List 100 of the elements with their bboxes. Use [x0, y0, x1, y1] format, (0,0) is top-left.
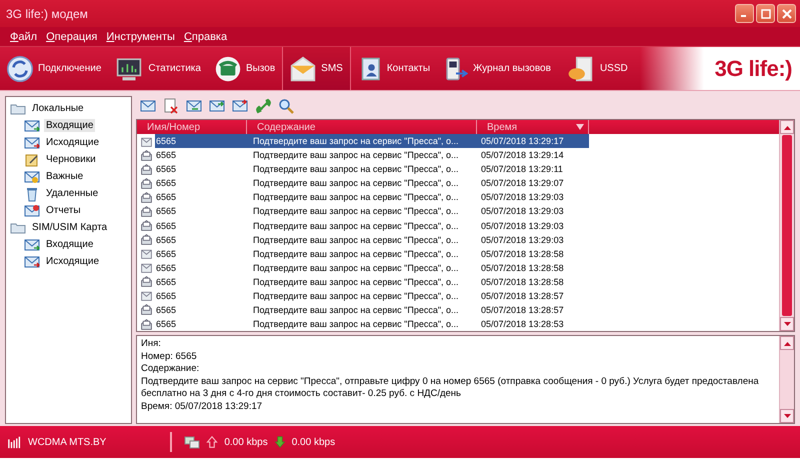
tree-item[interactable]: Отчеты — [44, 204, 83, 217]
phone-log-icon — [444, 56, 468, 82]
table-cell-text: 05/07/2018 13:29:03 — [480, 234, 565, 247]
table-cell-text: 05/07/2018 13:28:57 — [480, 290, 565, 303]
table-cell-text: 05/07/2018 13:28:58 — [480, 262, 565, 275]
table-cell-text: 05/07/2018 13:29:03 — [480, 205, 565, 218]
envelope-icon — [24, 202, 40, 218]
table-cell-text: 05/07/2018 13:29:14 — [480, 149, 565, 162]
up-arrow-icon — [206, 434, 218, 450]
table-cell-text: 05/07/2018 13:28:58 — [480, 276, 565, 289]
envelope-icon — [232, 98, 248, 114]
table-cell-text: Подтвердите ваш запрос на сервис "Пресса", о... — [252, 276, 460, 289]
message-detail-text: Иня: — [141, 338, 162, 350]
toolbar-button[interactable]: Журнал вызовов — [437, 47, 558, 90]
envelope-icon — [24, 168, 40, 184]
message-detail-text: Номер: 6565 — [141, 350, 198, 363]
envelope-icon — [140, 98, 156, 114]
table-cell-text: 6565 — [155, 248, 178, 261]
tree-item[interactable]: Исходящие — [44, 255, 102, 268]
table-cell-text: 6565 — [155, 234, 178, 247]
table-cell-text: 05/07/2018 13:29:03 — [480, 220, 565, 232]
table-cell-text: 6565 — [155, 304, 178, 317]
table-cell-text: 6565 — [155, 163, 178, 176]
table-cell: Подтвердите ваш запрос на сервис "Пресса", о... — [247, 134, 477, 148]
phone-handset-icon — [254, 98, 270, 114]
toolbar-button[interactable]: Подключение — [0, 47, 108, 90]
table-cell-text: 6565 — [155, 149, 178, 162]
delete-document-icon — [162, 98, 178, 114]
table-cell-text: 05/07/2018 13:28:57 — [480, 304, 565, 317]
phone-icon — [214, 56, 241, 82]
close-icon — [782, 8, 792, 18]
table-cell: 6565 — [155, 134, 247, 148]
tree-item[interactable]: Входящие — [44, 238, 96, 251]
table-cell-text: 6565 — [155, 205, 178, 218]
table-cell-text: Подтвердите ваш запрос на сервис "Пресса", о... — [252, 220, 460, 233]
window-title: 3G life:) модем — [6, 6, 88, 20]
down-arrow-icon — [274, 434, 286, 450]
menu-item[interactable]: Справка — [184, 30, 228, 42]
message-detail-text: Подтвердите ваш запрос на сервис "Пресса", отправьте цифру 0 на номер 6565 (отправка сообщения - 0 руб.) Услуга будет предоставлена бесплатно на 3 дня с 4-го дня стоимость составит- 0.25 руб. с НДС/день — [141, 376, 760, 400]
table-cell-text: Подтвердите ваш запрос на сервис "Пресса", о... — [252, 205, 460, 218]
message-detail-text: Время: 05/07/2018 13:29:17 — [141, 400, 264, 413]
maximize-button[interactable] — [756, 4, 775, 23]
table-cell-text: 6565 — [155, 220, 178, 232]
envelope-icon — [208, 98, 224, 114]
table-cell-text: 6565 — [155, 318, 178, 331]
scrollbar[interactable] — [779, 120, 794, 331]
table-cell-text: Подтвердите ваш запрос на сервис "Пресса", о... — [252, 163, 460, 176]
table-cell-text: Подтвердите ваш запрос на сервис "Пресса", о... — [252, 318, 460, 331]
table-cell-text: Подтвердите ваш запрос на сервис "Пресса", о... — [252, 290, 460, 303]
table-cell-text: Подтвердите ваш запрос на сервис "Пресса", о... — [252, 248, 460, 261]
envelope-icon — [24, 254, 40, 270]
close-button[interactable] — [777, 4, 796, 23]
scroll-up-icon — [784, 340, 790, 346]
action-button[interactable] — [253, 96, 272, 116]
table-cell-text: 6565 — [155, 262, 178, 275]
menu-item[interactable]: Файл — [10, 30, 38, 42]
refresh-icon — [7, 56, 33, 82]
menu-item[interactable]: Инструменты — [106, 30, 175, 42]
scroll-down-icon — [784, 322, 790, 326]
table-cell-text: 6565 — [155, 290, 178, 303]
message-detail-text: Содержание: — [141, 363, 200, 376]
table-cell-text: 05/07/2018 13:29:07 — [480, 177, 565, 190]
signal-icon — [8, 435, 22, 449]
table-cell-text: Подтвердите ваш запрос на сервис "Пресса", о... — [252, 304, 460, 317]
tree-item[interactable]: Черновики — [44, 153, 98, 166]
table-cell-text: 05/07/2018 13:29:11 — [480, 163, 564, 176]
toolbar-button[interactable]: USSD — [558, 47, 635, 90]
search-icon — [278, 98, 294, 114]
toolbar-button[interactable]: Контакты — [350, 47, 438, 90]
toolbar-button[interactable]: Статистика — [108, 47, 208, 90]
tree-item[interactable]: Удаленные — [44, 187, 100, 200]
table-cell: 05/07/2018 13:29:17 — [477, 134, 589, 148]
tree-item[interactable]: Входящие — [44, 119, 96, 132]
envelope-icon — [24, 134, 40, 150]
table-cell-text: 05/07/2018 13:28:53 — [480, 318, 565, 331]
tree-item[interactable]: Локальные — [30, 102, 86, 115]
table-cell-text: Подтвердите ваш запрос на сервис "Пресса", о... — [252, 191, 460, 204]
scroll-down-icon — [784, 414, 790, 418]
scroll-up-icon — [784, 124, 790, 130]
envelope-icon — [24, 236, 40, 252]
table-cell-text: 05/07/2018 13:29:03 — [480, 191, 565, 204]
tree-item[interactable]: Важные — [44, 170, 86, 183]
envelope-icon — [24, 118, 40, 134]
minimize-button[interactable] — [735, 4, 754, 23]
tree-item[interactable]: Исходящие — [44, 136, 102, 149]
table-cell-text: 05/07/2018 13:28:58 — [480, 248, 565, 261]
computers-icon — [184, 434, 200, 450]
menu-item[interactable]: Операция — [46, 30, 98, 42]
table-cell-text: 6565 — [155, 276, 178, 289]
table-cell-text: Подтвердите ваш запрос на сервис "Пресса", о... — [252, 234, 460, 247]
monitor-icon — [115, 56, 144, 82]
toolbar-button[interactable]: SMS — [282, 47, 351, 90]
scrollbar[interactable] — [779, 336, 794, 423]
envelope-icon — [186, 98, 202, 114]
toolbar-button[interactable]: Вызов — [208, 47, 282, 90]
table-cell-text: 6565 — [155, 191, 178, 204]
tree-item[interactable]: SIM/USIM Карта — [30, 221, 110, 234]
table-cell-text: Подтвердите ваш запрос на сервис "Пресса", о... — [252, 149, 460, 162]
upload-speed: 0.00 kbps — [224, 436, 268, 448]
sort-arrow-icon — [576, 123, 584, 131]
